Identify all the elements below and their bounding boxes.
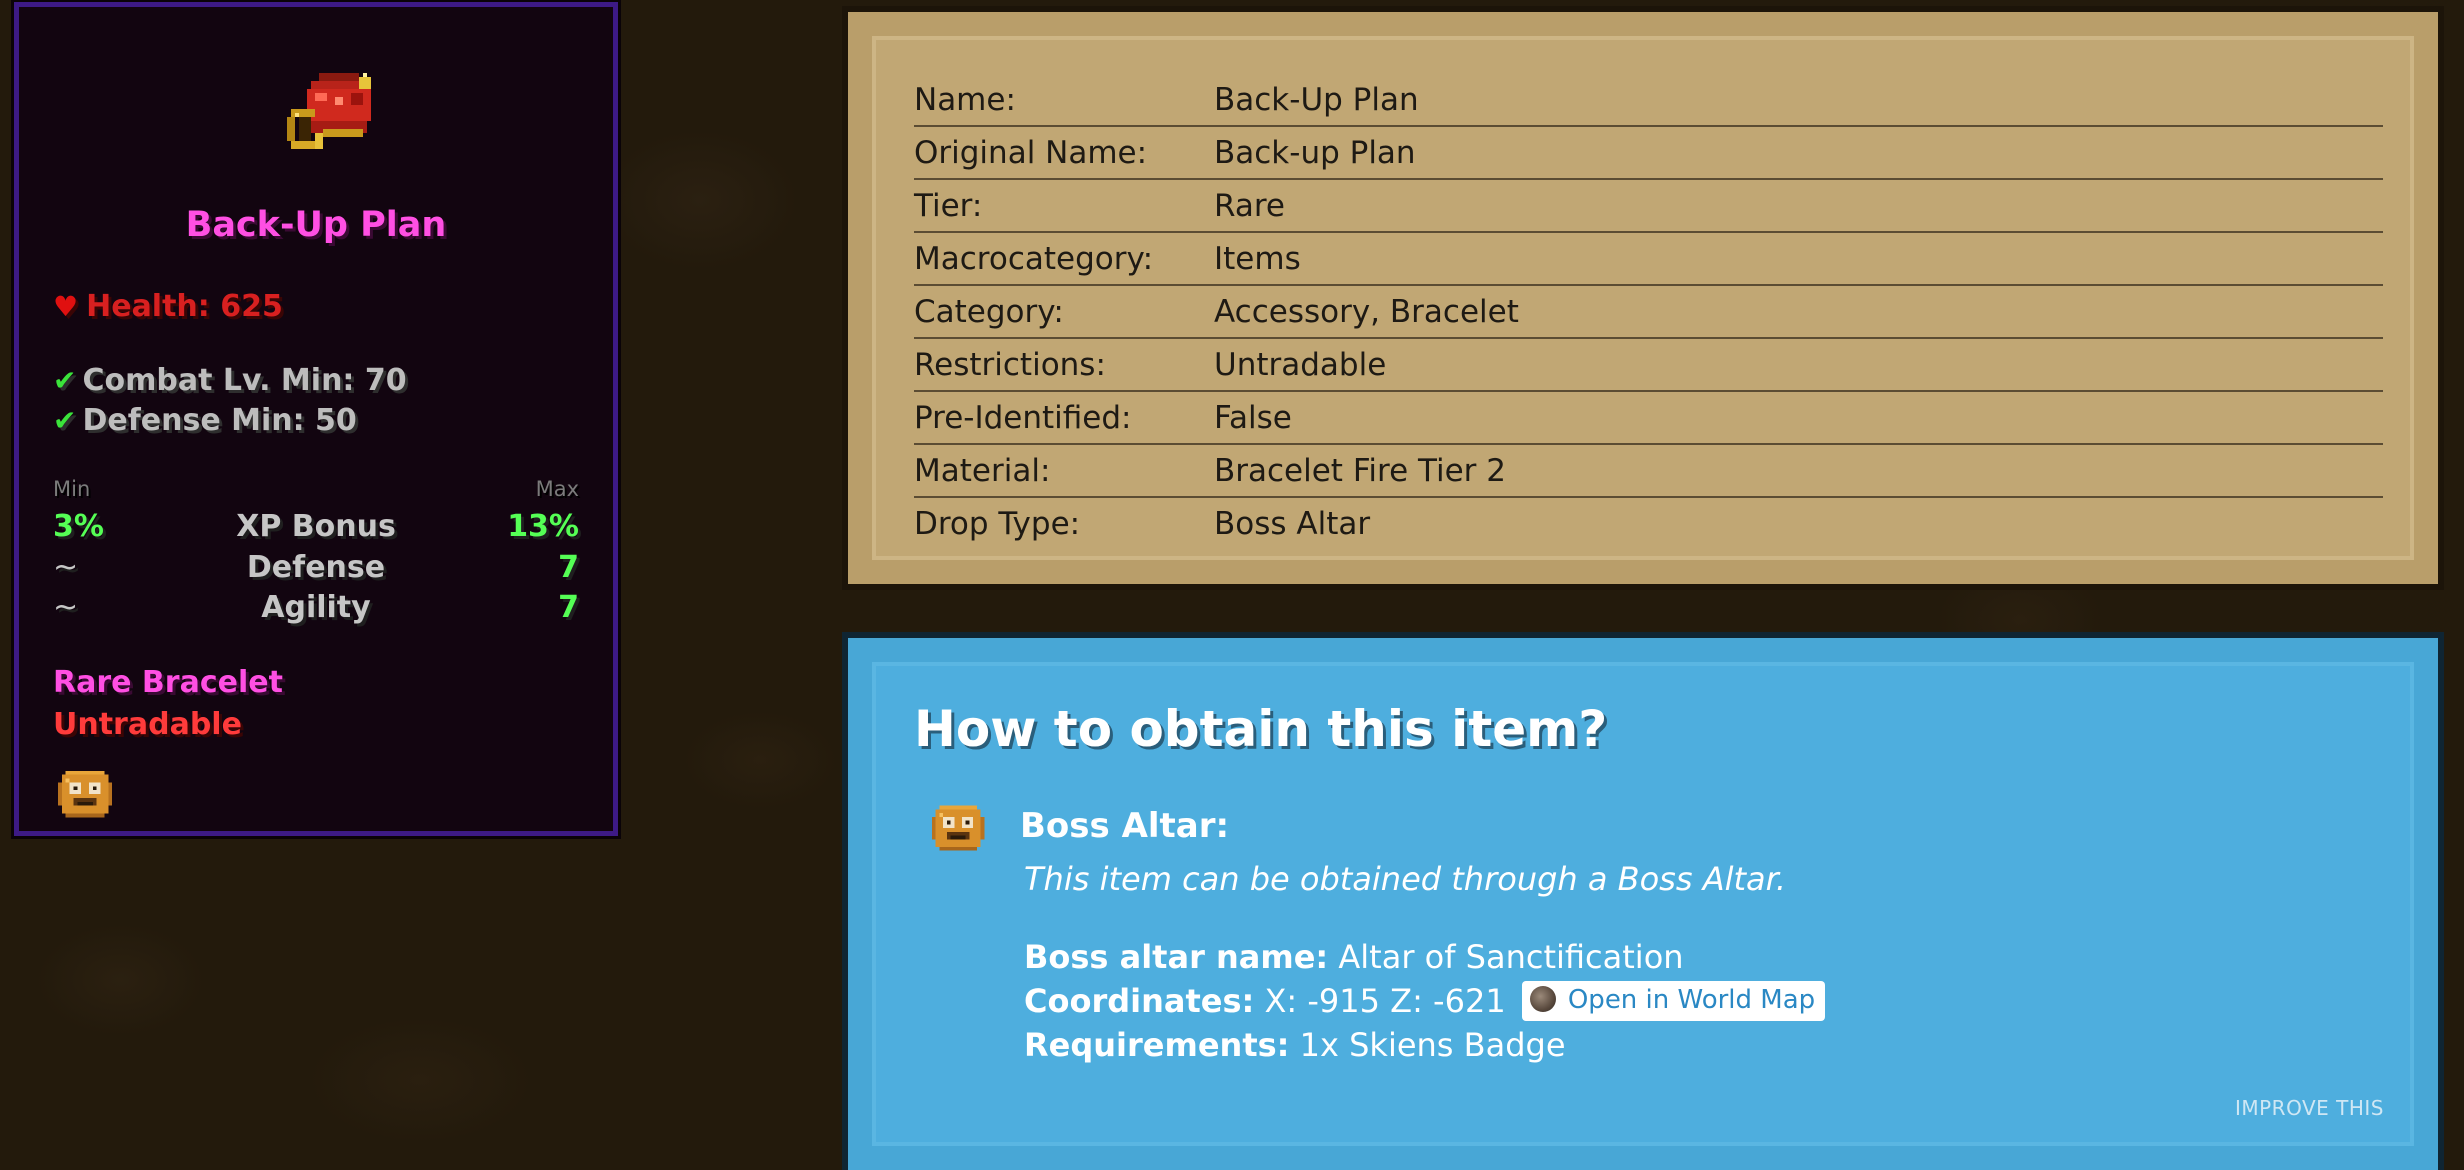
info-value: Back-up Plan	[1214, 126, 2383, 180]
health-stat: ♥ Health: 625	[53, 289, 283, 324]
info-row-macrocategory: Macrocategory: Items	[914, 232, 2383, 286]
info-key: Drop Type:	[914, 505, 1081, 542]
checkmark-icon: ✔	[53, 364, 77, 397]
coordinates-line: Coordinates: X: -915 Z: -621 Open in Wor…	[1024, 981, 1826, 1023]
open-world-map-label: Open in World Map	[1567, 985, 1816, 1015]
min-label: Min	[53, 477, 91, 501]
heart-icon: ♥	[53, 290, 79, 323]
id-name: XP Bonus	[236, 509, 396, 544]
info-value: False	[1214, 391, 2383, 445]
info-row-tier: Tier: Rare	[914, 179, 2383, 233]
info-value: Untradable	[1214, 338, 2383, 392]
info-key: Pre-Identified:	[914, 391, 1214, 445]
requirement-text: Defense Min: 50	[82, 403, 357, 438]
item-info-panel: Name: Back-Up Plan Original Name: Back-u…	[842, 6, 2444, 590]
info-row-pre-identified: Pre-Identified: False	[914, 391, 2383, 445]
altar-name-line: Boss altar name: Altar of Sanctification	[1024, 938, 1684, 976]
id-max-value: 13%	[507, 509, 579, 544]
obtain-heading: How to obtain this item?	[914, 700, 1608, 758]
info-value: Items	[1214, 232, 2383, 286]
info-key: Restrictions:	[914, 338, 1214, 392]
info-value: Rare	[1214, 179, 2383, 233]
requirements-line: Requirements: 1x Skiens Badge	[1024, 1026, 1566, 1064]
checkmark-icon: ✔	[53, 404, 77, 437]
source-description: This item can be obtained through a Boss…	[1024, 860, 1787, 898]
info-key: Material:	[914, 444, 1214, 498]
id-name: Agility	[261, 590, 371, 625]
requirement-combat: ✔ Combat Lv. Min: 70	[53, 363, 407, 398]
identification-row: 3% XP Bonus 13%	[53, 509, 579, 547]
coordinates-label: Coordinates:	[1024, 982, 1255, 1020]
info-value: Accessory, Bracelet	[1214, 285, 2383, 339]
requirement-text: Combat Lv. Min: 70	[82, 363, 407, 398]
info-row-material: Material: Bracelet Fire Tier 2	[914, 444, 2383, 498]
identification-row: ~ Defense 7	[53, 550, 579, 588]
item-tooltip-card: Back-Up Plan ♥ Health: 625 ✔ Combat Lv. Mi…	[11, 0, 621, 839]
info-key: Original Name:	[914, 126, 1214, 180]
bracelet-icon	[287, 73, 371, 149]
info-value: Bracelet Fire Tier 2	[1214, 444, 2383, 498]
id-max-value: 7	[558, 550, 579, 585]
info-value: Boss Altar	[1214, 505, 1371, 542]
info-row-name: Name: Back-Up Plan	[914, 74, 2383, 127]
world-map-icon	[1529, 985, 1556, 1012]
max-label: Max	[535, 477, 579, 501]
boss-altar-icon	[57, 770, 113, 818]
id-max-value: 7	[558, 590, 579, 625]
open-world-map-button[interactable]: Open in World Map	[1521, 981, 1826, 1021]
untradable-line: Untradable	[53, 707, 242, 742]
rarity-type-line: Rare Bracelet	[53, 665, 283, 700]
info-key: Name:	[914, 74, 1214, 127]
requirement-defense: ✔ Defense Min: 50	[53, 403, 357, 438]
item-info-table: Name: Back-Up Plan Original Name: Back-u…	[914, 74, 2383, 549]
boss-altar-icon	[931, 805, 985, 851]
item-name: Back-Up Plan	[185, 205, 447, 245]
info-key: Category:	[914, 285, 1214, 339]
info-row-category: Category: Accessory, Bracelet	[914, 285, 2383, 339]
identification-row: ~ Agility 7	[53, 590, 579, 628]
min-max-header: Min Max	[53, 477, 579, 501]
requirements-value: 1x Skiens Badge	[1299, 1026, 1566, 1064]
id-name: Defense	[246, 550, 386, 585]
coordinates-value: X: -915 Z: -621	[1264, 982, 1506, 1020]
improve-this-link[interactable]: IMPROVE THIS	[2235, 1096, 2384, 1120]
info-row-drop-type: Drop Type: Boss Altar	[914, 497, 2383, 549]
info-row-restrictions: Restrictions: Untradable	[914, 338, 2383, 392]
health-text: Health: 625	[86, 289, 283, 324]
source-title: Boss Altar:	[1020, 806, 1230, 846]
info-value: Back-Up Plan	[1214, 74, 2383, 127]
info-key: Tier:	[914, 179, 1214, 233]
info-row-original-name: Original Name: Back-up Plan	[914, 126, 2383, 180]
requirements-label: Requirements:	[1024, 1026, 1290, 1064]
altar-name-label: Boss altar name:	[1024, 938, 1329, 976]
altar-name-value: Altar of Sanctification	[1338, 938, 1684, 976]
obtain-panel: How to obtain this item? Boss Altar: Thi…	[842, 632, 2444, 1170]
info-key: Macrocategory:	[914, 232, 1214, 286]
